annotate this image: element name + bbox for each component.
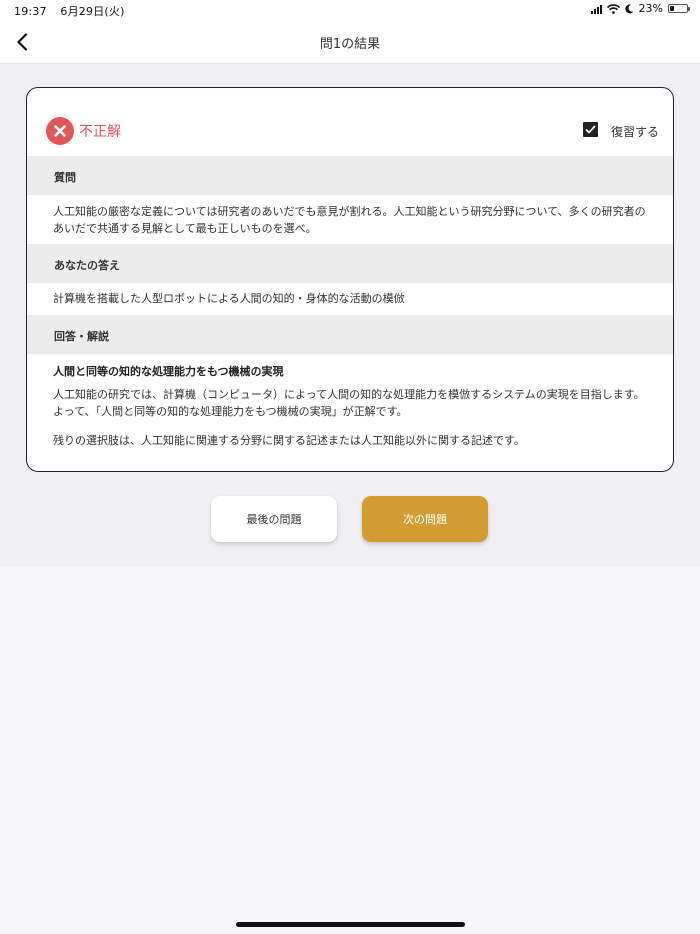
result-card: 不正解 復習する 質問 人工知能の厳密な定義については研究者のあいだでも意見が割… <box>26 87 674 472</box>
status-date: 6月29日(火) <box>60 5 125 18</box>
review-checkbox[interactable] <box>583 122 598 137</box>
moon-icon <box>624 3 634 13</box>
question-text: 人工知能の厳密な定義については研究者のあいだでも意見が割れる。人工知能という研究… <box>53 205 646 235</box>
status-right: 23% <box>590 2 690 15</box>
your-answer-text: 計算機を搭載した人型ロボットによる人間の知的・身体的な活動の模倣 <box>53 292 405 305</box>
battery-percent: 23% <box>638 2 663 15</box>
next-question-button[interactable]: 次の問題 <box>362 496 488 542</box>
content-area: 不正解 復習する 質問 人工知能の厳密な定義については研究者のあいだでも意見が割… <box>0 64 700 566</box>
explanation-header: 回答・解説 <box>27 315 673 354</box>
explanation-paragraph-1: 人工知能の研究では、計算機（コンピュータ）によって人間の知的な処理能力を模倣する… <box>53 388 645 418</box>
status-time: 19:37 <box>14 5 47 18</box>
result-label: 不正解 <box>79 124 121 140</box>
wifi-icon <box>606 3 620 14</box>
navigation-bar: 問1の結果 <box>0 20 700 64</box>
review-label[interactable]: 復習する <box>611 123 659 140</box>
battery-icon <box>668 4 690 13</box>
your-answer-header: あなたの答え <box>27 244 673 283</box>
home-indicator[interactable] <box>236 922 465 927</box>
explanation-paragraph-2: 残りの選択肢は、人工知能に関連する分野に関する記述または人工知能以外に関する記述… <box>53 434 525 447</box>
status-left: 19:37 6月29日(火) <box>14 3 135 19</box>
page-title: 問1の結果 <box>319 37 381 52</box>
last-question-button[interactable]: 最後の問題 <box>211 496 337 542</box>
incorrect-x-icon <box>46 117 74 145</box>
result-header: 不正解 復習する <box>27 88 673 156</box>
status-bar: 19:37 6月29日(火) 23% <box>0 0 700 20</box>
question-header: 質問 <box>27 156 673 195</box>
signal-icon <box>590 4 602 14</box>
correct-answer-title: 人間と同等の知的な処理能力をもつ機械の実現 <box>53 365 284 378</box>
checkbox-checked-icon <box>585 125 596 134</box>
